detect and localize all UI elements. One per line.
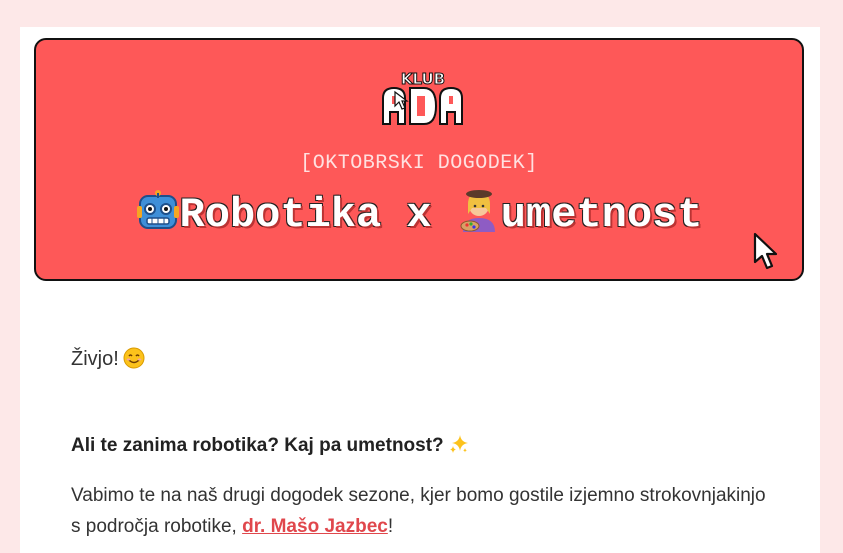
greeting-text: Živjo!: [71, 348, 119, 370]
woman-artist-icon: [460, 190, 495, 232]
speaker-link[interactable]: dr. Mašo Jazbec: [242, 516, 388, 537]
paragraph-text: Vabimo te na naš drugi dogodek sezone, k…: [71, 485, 766, 537]
event-title: Robotika x umetnost: [36, 188, 802, 237]
sparkles-icon: [449, 435, 468, 453]
cursor-icon: [753, 232, 778, 270]
email-page: KLUB [OKTOBRSKI DOGODEK] Robotika x umet…: [20, 27, 820, 553]
question-text: Ali te zanima robotika? Kaj pa umetnost?: [71, 435, 444, 456]
svg-text:KLUB: KLUB: [401, 70, 445, 88]
event-kicker: [OKTOBRSKI DOGODEK]: [300, 152, 538, 175]
klub-ada-logo: KLUB: [382, 70, 463, 125]
paragraph-end: !: [387, 516, 394, 537]
greeting: Živjo!: [71, 347, 145, 371]
intro-question: Ali te zanima robotika? Kaj pa umetnost?: [71, 433, 470, 457]
title-text-robotika: Robotika x: [179, 191, 457, 239]
invitation-paragraph: Vabimo te na naš drugi dogodek sezone, k…: [71, 480, 771, 542]
smiling-face-icon: [123, 347, 145, 369]
event-banner: KLUB [OKTOBRSKI DOGODEK] Robotika x umet…: [34, 38, 804, 281]
title-text-umetnost: umetnost: [500, 191, 703, 239]
robot-face-icon: [136, 190, 179, 229]
